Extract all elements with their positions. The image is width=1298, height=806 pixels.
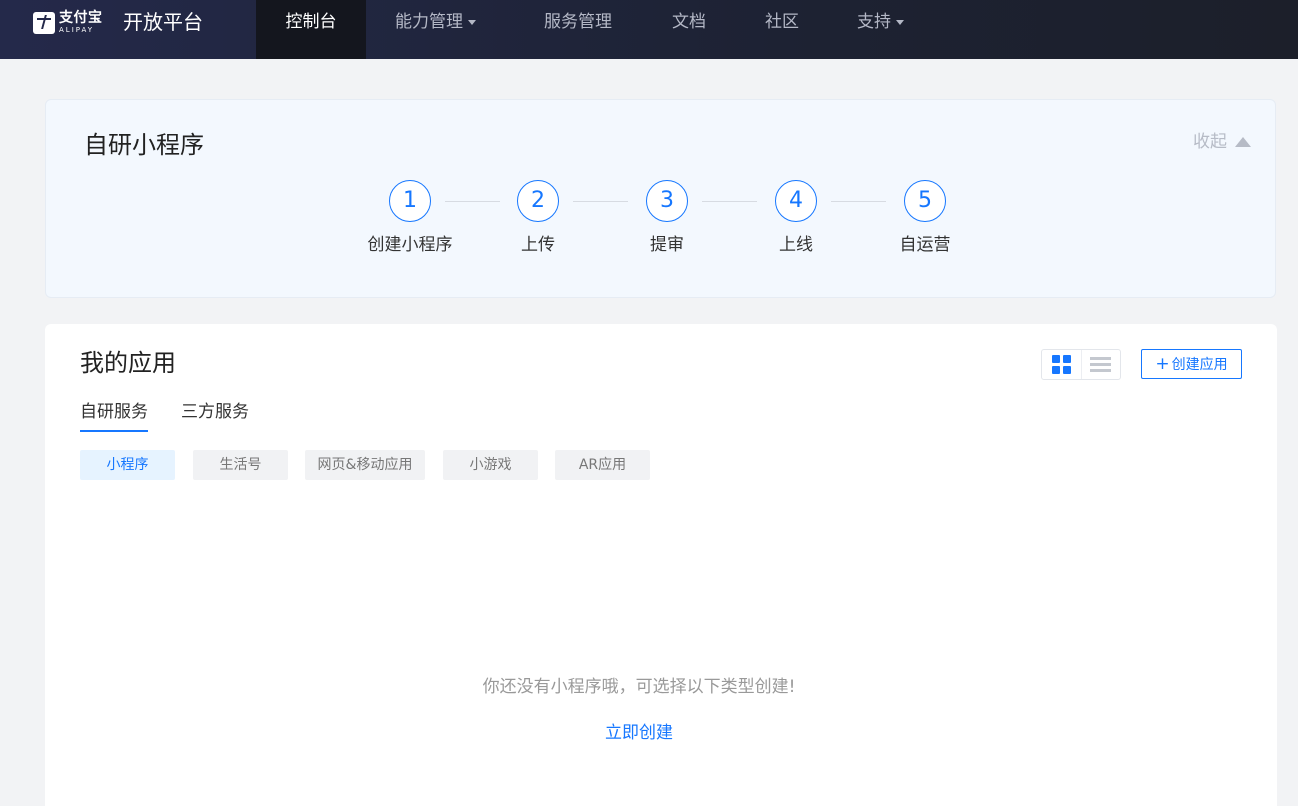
step-label: 上线 xyxy=(779,235,813,255)
grid-view-button[interactable] xyxy=(1042,350,1081,379)
chip-label: 网页&移动应用 xyxy=(317,457,413,473)
step-number: 1 xyxy=(389,180,431,222)
step-create: 1 创建小程序 xyxy=(350,180,470,257)
top-nav: 支付宝 ALIPAY 开放平台 控制台 能力管理 服务管理 文档 社区 支持 xyxy=(0,0,1298,59)
nav-capability-label: 能力管理 xyxy=(395,12,463,32)
step-review: 3 提审 xyxy=(607,180,727,257)
list-view-button[interactable] xyxy=(1080,350,1120,379)
step-upload: 2 上传 xyxy=(478,180,598,257)
chevron-down-icon xyxy=(896,20,904,25)
triangle-up-icon xyxy=(1235,137,1251,147)
step-label: 上传 xyxy=(521,235,555,255)
view-toggle xyxy=(1041,349,1121,380)
step-number: 2 xyxy=(517,180,559,222)
nav-docs-label: 文档 xyxy=(672,12,706,32)
chip-label: 小程序 xyxy=(106,457,149,473)
alipay-logo[interactable]: 支付宝 ALIPAY xyxy=(33,11,103,34)
step-label: 自运营 xyxy=(899,235,951,255)
chip-web-mobile-app[interactable]: 网页&移动应用 xyxy=(305,450,425,480)
tab-self-developed[interactable]: 自研服务 xyxy=(80,400,148,432)
plus-icon: + xyxy=(1155,354,1170,374)
nav-service-management[interactable]: 服务管理 xyxy=(544,0,612,59)
collapse-label: 收起 xyxy=(1193,132,1227,152)
nav-console[interactable]: 控制台 xyxy=(256,0,366,59)
chip-ar-app[interactable]: AR应用 xyxy=(555,450,650,480)
empty-state-message: 你还没有小程序哦，可选择以下类型创建! xyxy=(482,677,796,697)
tab-label: 三方服务 xyxy=(181,402,249,422)
nav-community[interactable]: 社区 xyxy=(765,0,799,59)
chip-label: 小游戏 xyxy=(469,457,512,473)
step-number: 5 xyxy=(904,180,946,222)
my-apps-title: 我的应用 xyxy=(80,349,176,377)
platform-title[interactable]: 开放平台 xyxy=(123,8,203,36)
create-now-link-text[interactable]: 立即创建 xyxy=(605,723,673,743)
alipay-logo-icon xyxy=(33,11,55,34)
chip-label: AR应用 xyxy=(578,457,627,473)
chip-life-account[interactable]: 生活号 xyxy=(193,450,288,480)
nav-console-label: 控制台 xyxy=(285,12,337,32)
logo-cn-text: 支付宝 xyxy=(59,10,103,26)
create-now-link: 立即创建 xyxy=(45,721,1233,745)
step-operate: 5 自运营 xyxy=(865,180,985,257)
step-label: 创建小程序 xyxy=(367,235,453,255)
my-apps-card: 我的应用 + 创建应用 自研服务 三方服务 小程序 生活号 网页&移动应用 小游戏… xyxy=(45,324,1277,806)
nav-service-label: 服务管理 xyxy=(544,12,612,32)
nav-docs[interactable]: 文档 xyxy=(672,0,706,59)
nav-support[interactable]: 支持 xyxy=(857,0,904,59)
collapse-button[interactable]: 收起 xyxy=(1193,130,1251,154)
onboarding-steps-card: 自研小程序 收起 1 创建小程序 2 上传 3 提审 4 上线 5 自运营 xyxy=(45,99,1276,298)
step-number: 3 xyxy=(646,180,688,222)
step-label: 提审 xyxy=(650,235,684,255)
tab-label: 自研服务 xyxy=(80,402,148,422)
tab-third-party[interactable]: 三方服务 xyxy=(181,400,249,430)
steps-title: 自研小程序 xyxy=(84,131,204,159)
step-number: 4 xyxy=(775,180,817,222)
create-app-button[interactable]: + 创建应用 xyxy=(1141,349,1242,379)
chevron-down-icon xyxy=(468,20,476,25)
logo-en-text: ALIPAY xyxy=(59,26,95,34)
nav-capability-management[interactable]: 能力管理 xyxy=(395,0,476,59)
chip-mini-game[interactable]: 小游戏 xyxy=(443,450,538,480)
chip-mini-program[interactable]: 小程序 xyxy=(80,450,175,480)
chip-label: 生活号 xyxy=(219,457,262,473)
nav-support-label: 支持 xyxy=(857,12,891,32)
grid-icon xyxy=(1051,355,1071,374)
list-icon xyxy=(1090,354,1112,375)
nav-community-label: 社区 xyxy=(765,12,799,32)
create-app-label: 创建应用 xyxy=(1171,357,1228,373)
step-launch: 4 上线 xyxy=(736,180,856,257)
